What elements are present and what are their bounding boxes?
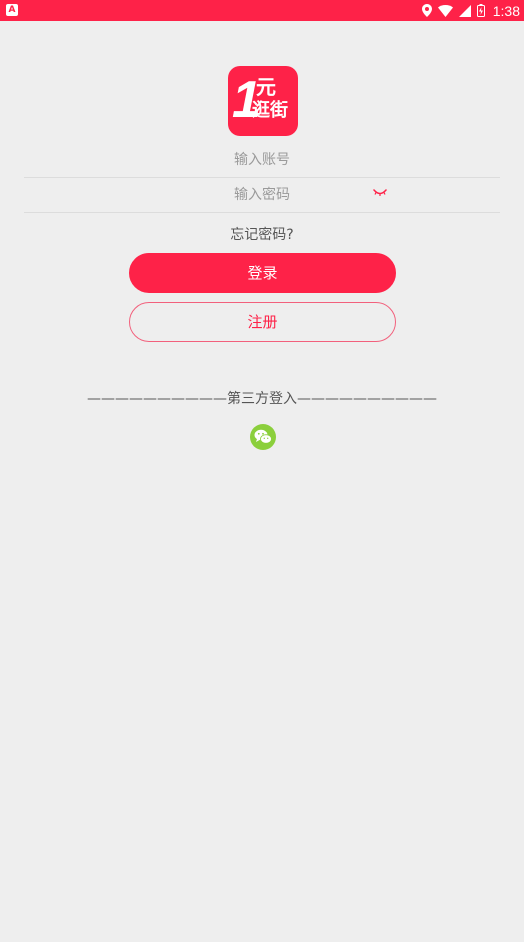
register-button[interactable]: 注册	[129, 302, 396, 342]
login-button[interactable]: 登录	[129, 253, 396, 293]
logo-text-line2: 逛街	[252, 100, 288, 121]
status-time: 1:38	[492, 2, 520, 19]
status-bar: A 1:38	[0, 0, 524, 21]
app-logo: 1 元 逛街	[228, 66, 298, 136]
wechat-icon[interactable]	[250, 424, 276, 450]
password-field-row	[24, 177, 500, 213]
forgot-password-link[interactable]: 忘记密码?	[0, 224, 524, 244]
location-icon	[421, 4, 432, 17]
eye-closed-icon[interactable]	[372, 187, 388, 199]
app-notification-icon: A	[6, 4, 18, 16]
password-input[interactable]	[24, 177, 500, 212]
logo-text-line1: 元	[256, 75, 276, 99]
wifi-icon	[437, 4, 453, 17]
account-field-row	[24, 142, 500, 178]
account-input[interactable]	[24, 142, 500, 177]
third-party-login-label: ——————————第三方登入——————————	[87, 391, 437, 407]
battery-icon	[476, 4, 485, 17]
status-icons: 1:38	[421, 0, 520, 21]
signal-icon	[458, 4, 471, 17]
